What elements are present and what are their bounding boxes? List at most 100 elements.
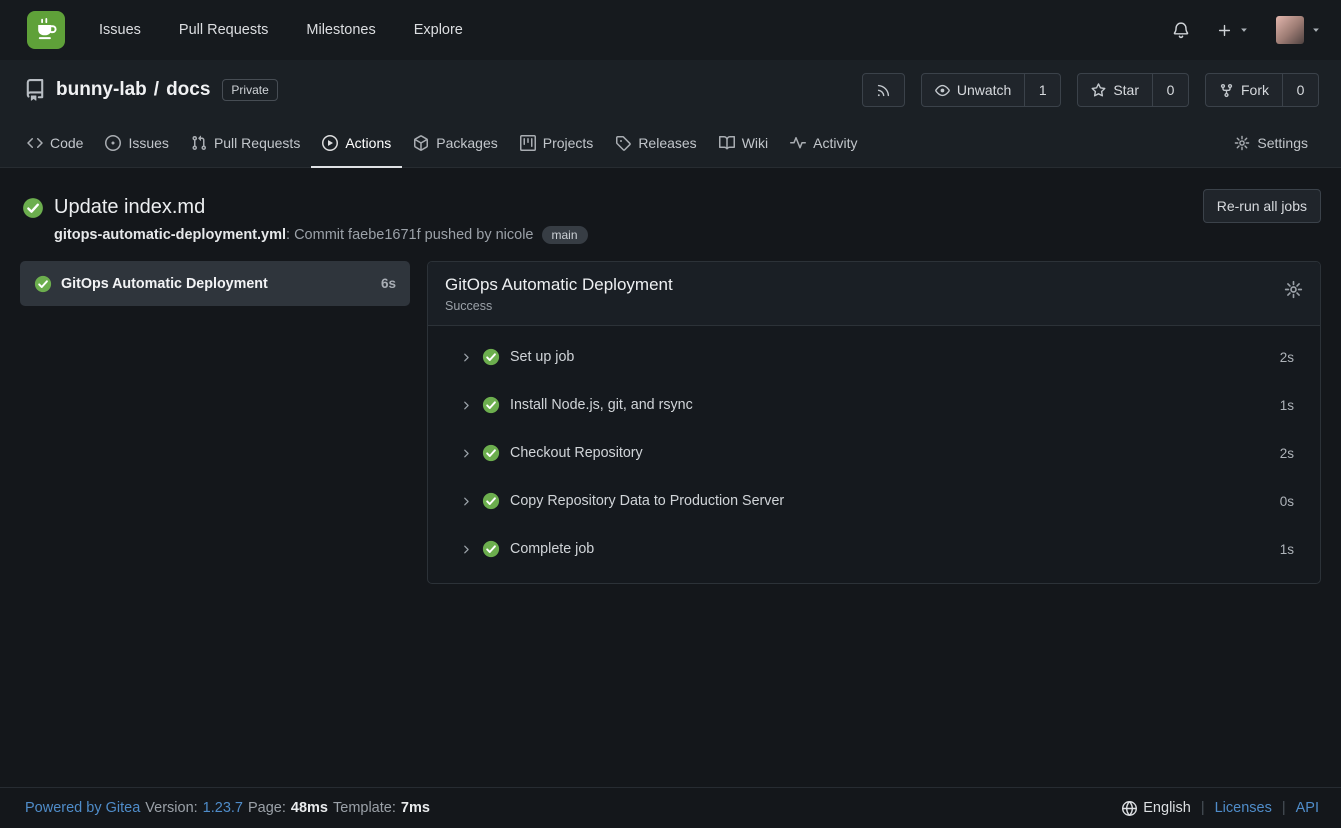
book-icon: [719, 135, 735, 151]
run-title: Update index.md: [54, 196, 205, 219]
star-button[interactable]: Star: [1077, 73, 1153, 107]
pull-request-icon: [191, 135, 207, 151]
fork-button[interactable]: Fork: [1205, 73, 1283, 107]
nav-issues[interactable]: Issues: [99, 22, 141, 38]
issue-icon: [105, 135, 121, 151]
user-menu[interactable]: [1276, 16, 1321, 44]
tab-actions[interactable]: Actions: [311, 120, 402, 168]
run-body: GitOps Automatic Deployment 6s GitOps Au…: [20, 261, 1321, 584]
language-selector[interactable]: English: [1122, 800, 1191, 816]
step-row[interactable]: Complete job 1s: [428, 525, 1320, 573]
step-success-check-icon: [482, 492, 500, 510]
caret-down-icon: [1311, 25, 1321, 35]
job-list-item[interactable]: GitOps Automatic Deployment 6s: [20, 261, 410, 306]
unwatch-button[interactable]: Unwatch: [921, 73, 1025, 107]
step-duration: 2s: [1280, 446, 1294, 461]
step-row[interactable]: Copy Repository Data to Production Serve…: [428, 477, 1320, 525]
step-success-check-icon: [482, 396, 500, 414]
nav-pull-requests[interactable]: Pull Requests: [179, 22, 268, 38]
licenses-link[interactable]: Licenses: [1215, 800, 1272, 816]
stars-count[interactable]: 0: [1153, 73, 1189, 107]
nav-milestones[interactable]: Milestones: [306, 22, 375, 38]
job-success-check-icon: [34, 275, 52, 293]
notifications-button[interactable]: [1172, 21, 1190, 39]
step-success-check-icon: [482, 348, 500, 366]
tab-packages[interactable]: Packages: [402, 120, 508, 168]
chevron-right-icon: [461, 544, 472, 555]
gear-icon: [1284, 280, 1303, 299]
step-row[interactable]: Checkout Repository 2s: [428, 429, 1320, 477]
user-avatar: [1276, 16, 1304, 44]
tab-releases[interactable]: Releases: [604, 120, 707, 168]
repo-name-link[interactable]: docs: [166, 79, 210, 101]
fork-icon: [1219, 83, 1234, 98]
tab-issues[interactable]: Issues: [94, 120, 179, 168]
api-link[interactable]: API: [1296, 800, 1319, 816]
repo-owner-link[interactable]: bunny-lab: [56, 79, 147, 101]
job-duration: 6s: [381, 276, 396, 291]
chevron-right-icon: [461, 448, 472, 459]
branch-badge[interactable]: main: [542, 226, 588, 244]
unwatch-label: Unwatch: [957, 82, 1011, 98]
repo-tabs: Code Issues Pull Requests Actions Packag…: [0, 120, 1341, 168]
watchers-count[interactable]: 1: [1025, 73, 1061, 107]
job-detail-title: GitOps Automatic Deployment: [445, 275, 673, 295]
fork-button-group: Fork 0: [1205, 73, 1319, 107]
footer-separator: |: [1282, 800, 1286, 816]
rss-button[interactable]: [862, 73, 905, 107]
rerun-all-jobs-button[interactable]: Re-run all jobs: [1203, 189, 1321, 223]
step-list: Set up job 2s Install Node.js, git, and …: [428, 326, 1320, 583]
page-time-value: 48ms: [291, 800, 328, 816]
tab-pull-requests[interactable]: Pull Requests: [180, 120, 311, 168]
create-new-menu[interactable]: [1217, 23, 1249, 38]
nav-links: Issues Pull Requests Milestones Explore: [99, 22, 463, 38]
nav-explore[interactable]: Explore: [414, 22, 463, 38]
settings-gear-icon: [1234, 135, 1250, 151]
run-header: Update index.md gitops-automatic-deploym…: [0, 168, 1341, 244]
repo-title: bunny-lab / docs: [56, 79, 210, 101]
repo-icon: [24, 79, 46, 101]
pulse-icon: [790, 135, 806, 151]
footer-links: English | Licenses | API: [1122, 800, 1319, 816]
template-time-label: Template:: [333, 800, 396, 816]
gitea-logo[interactable]: [27, 11, 65, 49]
code-icon: [27, 135, 43, 151]
step-success-check-icon: [482, 540, 500, 558]
bell-icon: [1172, 21, 1190, 39]
eye-icon: [935, 83, 950, 98]
caret-down-icon: [1239, 25, 1249, 35]
star-label: Star: [1113, 82, 1139, 98]
workflow-file[interactable]: gitops-automatic-deployment.yml: [54, 227, 286, 243]
footer-meta: Powered by Gitea Version: 1.23.7 Page: 4…: [25, 800, 430, 816]
step-duration: 1s: [1280, 542, 1294, 557]
page-time-label: Page:: [248, 800, 286, 816]
gitea-cup-icon: [33, 17, 59, 43]
tab-code[interactable]: Code: [16, 120, 94, 168]
job-detail-header: GitOps Automatic Deployment Success: [428, 262, 1320, 326]
project-board-icon: [520, 135, 536, 151]
forks-count[interactable]: 0: [1283, 73, 1319, 107]
rss-icon: [876, 83, 891, 98]
step-row[interactable]: Set up job 2s: [428, 333, 1320, 381]
tab-wiki[interactable]: Wiki: [708, 120, 779, 168]
tab-settings[interactable]: Settings: [1223, 120, 1319, 168]
tab-projects[interactable]: Projects: [509, 120, 605, 168]
version-label: Version:: [145, 800, 197, 816]
run-success-check-icon: [22, 197, 44, 219]
powered-by-link[interactable]: Powered by Gitea: [25, 800, 140, 816]
job-list: GitOps Automatic Deployment 6s: [20, 261, 410, 306]
repo-title-separator: /: [154, 79, 159, 101]
repo-title-row: bunny-lab / docs Private Unwatch 1 Star: [0, 60, 1341, 120]
tab-activity[interactable]: Activity: [779, 120, 868, 168]
star-button-group: Star 0: [1077, 73, 1189, 107]
job-options-button[interactable]: [1284, 280, 1303, 299]
version-link[interactable]: 1.23.7: [203, 800, 243, 816]
chevron-right-icon: [461, 400, 472, 411]
step-row[interactable]: Install Node.js, git, and rsync 1s: [428, 381, 1320, 429]
top-navbar: Issues Pull Requests Milestones Explore: [0, 0, 1341, 60]
chevron-right-icon: [461, 496, 472, 507]
job-name: GitOps Automatic Deployment: [61, 276, 372, 292]
fork-label: Fork: [1241, 82, 1269, 98]
template-time-value: 7ms: [401, 800, 430, 816]
repo-header: bunny-lab / docs Private Unwatch 1 Star: [0, 60, 1341, 168]
